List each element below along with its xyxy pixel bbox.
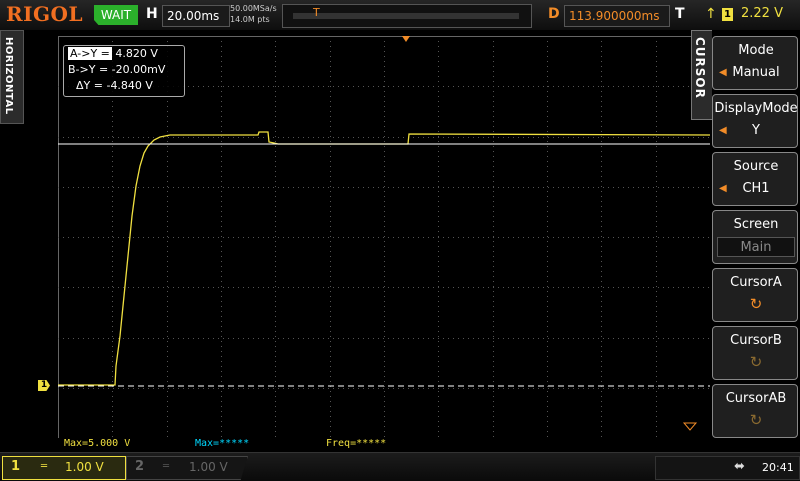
- memory-position-bar[interactable]: T: [282, 4, 532, 28]
- clock: 20:41: [762, 461, 794, 474]
- usb-icon: ⬌: [734, 459, 745, 474]
- menu-mode-title: Mode: [738, 43, 774, 58]
- ch1-ground-marker[interactable]: 1: [38, 380, 50, 391]
- menu-source-title: Source: [733, 159, 779, 174]
- menu-display-mode-value: Y: [752, 123, 760, 138]
- ch2-status[interactable]: 2 ═ 1.00 V: [126, 456, 248, 480]
- brand-logo: RIGOL: [6, 2, 84, 26]
- rotate-knob-icon: ↻: [749, 411, 763, 429]
- menu-cursor-b-title: CursorB: [730, 333, 782, 348]
- dc-coupling-icon: ═: [163, 461, 170, 472]
- memory-track: [293, 13, 519, 19]
- sample-rate: 50.00MSa/s: [230, 4, 277, 13]
- timebase-value[interactable]: 20.00ms: [162, 5, 230, 27]
- trigger-position-icon: T: [313, 6, 320, 19]
- cursor-b-value: -20.00mV: [111, 63, 166, 76]
- measurement-ch2-max: Max=*****: [195, 438, 250, 449]
- ch2-number: 2: [135, 459, 145, 474]
- top-status-bar: RIGOL WAIT H 20.00ms 50.00MSa/s 14.0M pt…: [0, 0, 800, 30]
- measurement-ch1-max: Max=5.000 V: [64, 438, 131, 449]
- cursor-readout-box: A->Y = 4.820 V B->Y = -20.00mV ΔY = -4.8…: [63, 45, 185, 97]
- rising-edge-icon: ↑: [705, 6, 717, 22]
- menu-cursor-a-title: CursorA: [730, 275, 782, 290]
- run-state-badge[interactable]: WAIT: [94, 5, 138, 25]
- delay-value[interactable]: 113.900000ms: [564, 5, 670, 27]
- ch2-scale: 1.00 V: [189, 460, 228, 474]
- menu-cursor-ab[interactable]: CursorAB ↻: [712, 384, 798, 438]
- cursor-delta-value: -4.840 V: [106, 79, 153, 92]
- system-status: ⬌ 20:41: [655, 456, 800, 480]
- cursor-delta-row: ΔY = -4.840 V: [68, 78, 184, 94]
- horizontal-label: H: [146, 6, 158, 22]
- memory-depth: 14.0M pts: [230, 15, 270, 24]
- bottom-status-bar: 1 ═ 1.00 V 2 ═ 1.00 V ⬌ 20:41: [0, 452, 800, 481]
- ch1-scale: 1.00 V: [65, 460, 104, 474]
- trigger-level-marker: [682, 422, 698, 431]
- ch1-waveform: [58, 131, 710, 386]
- measurement-freq: Freq=*****: [326, 438, 387, 449]
- menu-cursor-ab-title: CursorAB: [725, 391, 787, 406]
- ch1-status[interactable]: 1 ═ 1.00 V: [2, 456, 126, 480]
- trigger-position-marker: [402, 36, 410, 42]
- horizontal-tab-label: HORIZONTAL: [3, 37, 14, 115]
- delay-label: D: [548, 6, 560, 22]
- rotate-knob-icon: ↻: [749, 295, 763, 313]
- cursor-b-key: B->Y =: [68, 63, 109, 76]
- cursor-menu-tab-label: CURSOR: [693, 37, 707, 99]
- menu-source[interactable]: Source ◀ CH1: [712, 152, 798, 206]
- rotate-knob-icon: ↻: [749, 353, 763, 371]
- cursor-delta-key: ΔY =: [76, 79, 103, 92]
- menu-source-value: CH1: [742, 181, 770, 196]
- ch1-number: 1: [11, 459, 21, 474]
- cursor-menu: Mode ◀ Manual DisplayMode ◀ Y Source ◀ C…: [712, 30, 798, 450]
- horizontal-tab[interactable]: HORIZONTAL: [0, 30, 24, 124]
- menu-screen[interactable]: Screen Main: [712, 210, 798, 264]
- menu-cursor-a[interactable]: CursorA ↻: [712, 268, 798, 322]
- cursor-a-key: A->Y =: [68, 47, 112, 60]
- acquisition-info: 50.00MSa/s 14.0M pts: [230, 3, 277, 25]
- menu-cursor-b[interactable]: CursorB ↻: [712, 326, 798, 380]
- menu-screen-title: Screen: [733, 217, 779, 232]
- cursor-a-value: 4.820 V: [115, 47, 158, 60]
- cursor-a-row: A->Y = 4.820 V: [68, 46, 184, 62]
- menu-display-mode-title: DisplayMode: [714, 101, 798, 116]
- menu-mode-value: Manual: [732, 65, 780, 80]
- menu-display-mode[interactable]: DisplayMode ◀ Y: [712, 94, 798, 148]
- trigger-level[interactable]: 2.22 V: [741, 6, 783, 21]
- cursor-b-row: B->Y = -20.00mV: [68, 62, 184, 78]
- menu-mode[interactable]: Mode ◀ Manual: [712, 36, 798, 90]
- dc-coupling-icon: ═: [41, 461, 48, 472]
- menu-screen-value: Main: [717, 237, 795, 257]
- trigger-channel: 1: [722, 8, 733, 21]
- cursor-menu-tab[interactable]: CURSOR: [691, 30, 712, 120]
- trigger-label: T: [675, 6, 685, 22]
